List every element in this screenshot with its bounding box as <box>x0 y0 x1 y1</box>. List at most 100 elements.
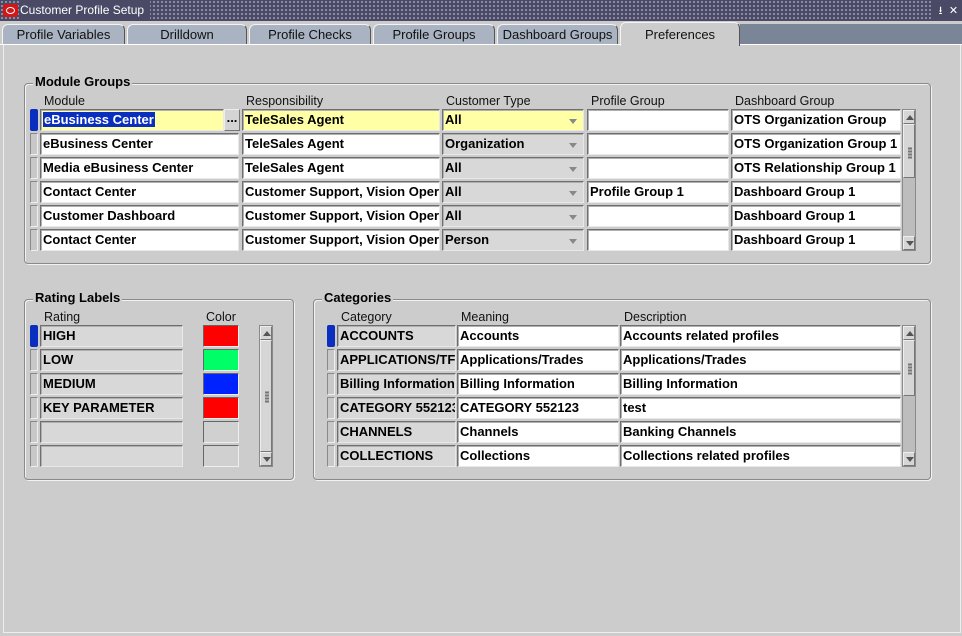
record-indicator[interactable] <box>30 349 38 371</box>
scroll-down-icon[interactable] <box>903 236 915 250</box>
module-groups-scrollbar[interactable] <box>902 109 916 251</box>
profile-group-field[interactable] <box>587 205 729 227</box>
categories-scrollbar[interactable] <box>902 325 916 467</box>
customer-type-select[interactable]: All <box>442 205 584 227</box>
responsibility-field[interactable]: TeleSales Agent <box>242 133 440 155</box>
responsibility-field[interactable]: Customer Support, Vision Oper <box>242 205 440 227</box>
scroll-down-icon[interactable] <box>903 452 915 466</box>
description-field[interactable]: Accounts related profiles <box>620 325 901 347</box>
category-field[interactable]: ACCOUNTS <box>337 325 456 347</box>
color-swatch[interactable] <box>203 325 239 347</box>
record-indicator[interactable] <box>30 229 38 251</box>
record-indicator[interactable] <box>30 397 38 419</box>
color-swatch[interactable] <box>203 397 239 419</box>
profile-group-field[interactable] <box>587 157 729 179</box>
customer-type-select[interactable]: All <box>442 181 584 203</box>
profile-group-field[interactable] <box>587 109 729 131</box>
description-field[interactable]: Applications/Trades <box>620 349 901 371</box>
category-field[interactable]: CATEGORY 552123 <box>337 397 456 419</box>
category-field[interactable]: CHANNELS <box>337 421 456 443</box>
rating-field[interactable]: HIGH <box>40 325 183 347</box>
profile-group-field[interactable]: Profile Group 1 <box>587 181 729 203</box>
tab-profile-variables[interactable]: Profile Variables <box>2 24 125 44</box>
minimize-icon[interactable]: ⭳ <box>935 4 946 18</box>
scroll-up-icon[interactable] <box>903 326 915 340</box>
description-field[interactable]: test <box>620 397 901 419</box>
description-field[interactable]: Banking Channels <box>620 421 901 443</box>
record-indicator[interactable] <box>30 157 38 179</box>
record-indicator[interactable] <box>30 205 38 227</box>
customer-type-select[interactable]: All <box>442 109 584 131</box>
responsibility-field[interactable]: TeleSales Agent <box>242 109 440 131</box>
dashboard-group-field[interactable]: Dashboard Group 1 <box>731 229 901 251</box>
scroll-up-icon[interactable] <box>903 110 915 124</box>
rating-labels-scrollbar[interactable] <box>259 325 273 467</box>
tab-preferences[interactable]: Preferences <box>620 22 740 46</box>
rating-field[interactable]: LOW <box>40 349 183 371</box>
module-field[interactable]: Contact Center <box>40 181 239 203</box>
rating-field[interactable] <box>40 445 183 467</box>
module-field[interactable]: Media eBusiness Center <box>40 157 239 179</box>
rating-field[interactable]: MEDIUM <box>40 373 183 395</box>
dashboard-group-field[interactable]: Dashboard Group 1 <box>731 205 901 227</box>
record-indicator[interactable] <box>327 421 335 443</box>
rating-field[interactable]: KEY PARAMETER <box>40 397 183 419</box>
tab-profile-checks[interactable]: Profile Checks <box>249 24 371 44</box>
meaning-field[interactable]: Accounts <box>457 325 619 347</box>
rating-field[interactable] <box>40 421 183 443</box>
dashboard-group-field[interactable]: OTS Organization Group <box>731 109 901 131</box>
customer-type-select[interactable]: All <box>442 157 584 179</box>
close-icon[interactable]: ✕ <box>948 4 959 18</box>
responsibility-field[interactable]: Customer Support, Vision Oper <box>242 181 440 203</box>
color-swatch[interactable] <box>203 445 239 467</box>
record-indicator[interactable] <box>30 421 38 443</box>
record-indicator[interactable] <box>327 349 335 371</box>
dashboard-group-field[interactable]: OTS Organization Group 1 <box>731 133 901 155</box>
customer-type-select[interactable]: Person <box>442 229 584 251</box>
profile-group-field[interactable] <box>587 229 729 251</box>
record-indicator[interactable] <box>327 445 335 467</box>
tab-drilldown[interactable]: Drilldown <box>127 24 247 44</box>
category-field[interactable]: COLLECTIONS <box>337 445 456 467</box>
meaning-field[interactable]: CATEGORY 552123 <box>457 397 619 419</box>
meaning-field[interactable]: Channels <box>457 421 619 443</box>
color-swatch[interactable] <box>203 349 239 371</box>
scroll-thumb[interactable] <box>260 340 272 452</box>
responsibility-field[interactable]: TeleSales Agent <box>242 157 440 179</box>
module-field[interactable]: eBusiness Center <box>40 109 224 131</box>
meaning-field[interactable]: Collections <box>457 445 619 467</box>
customer-type-select[interactable]: Organization <box>442 133 584 155</box>
profile-group-field[interactable] <box>587 133 729 155</box>
description-field[interactable]: Billing Information <box>620 373 901 395</box>
dashboard-group-field[interactable]: OTS Relationship Group 1 <box>731 157 901 179</box>
dashboard-group-field[interactable]: Dashboard Group 1 <box>731 181 901 203</box>
category-field[interactable]: Billing Information <box>337 373 456 395</box>
color-swatch[interactable] <box>203 373 239 395</box>
color-swatch[interactable] <box>203 421 239 443</box>
description-field[interactable]: Collections related profiles <box>620 445 901 467</box>
record-indicator[interactable] <box>30 181 38 203</box>
meaning-field[interactable]: Billing Information <box>457 373 619 395</box>
scroll-thumb[interactable] <box>903 340 915 396</box>
module-field[interactable]: Contact Center <box>40 229 239 251</box>
scroll-thumb[interactable] <box>903 124 915 178</box>
record-indicator[interactable] <box>30 445 38 467</box>
record-indicator[interactable] <box>30 325 38 347</box>
tab-dashboard-groups[interactable]: Dashboard Groups <box>497 24 618 44</box>
record-indicator[interactable] <box>30 133 38 155</box>
record-indicator[interactable] <box>327 373 335 395</box>
window-titlebar: Customer Profile Setup ⭳ ✕ <box>0 0 962 21</box>
meaning-field[interactable]: Applications/Trades <box>457 349 619 371</box>
responsibility-field[interactable]: Customer Support, Vision Oper <box>242 229 440 251</box>
module-lov-button[interactable]: ... <box>224 109 240 131</box>
record-indicator[interactable] <box>327 325 335 347</box>
scroll-down-icon[interactable] <box>260 452 272 466</box>
module-field[interactable]: Customer Dashboard <box>40 205 239 227</box>
record-indicator[interactable] <box>30 109 38 131</box>
record-indicator[interactable] <box>30 373 38 395</box>
record-indicator[interactable] <box>327 397 335 419</box>
scroll-up-icon[interactable] <box>260 326 272 340</box>
module-field[interactable]: eBusiness Center <box>40 133 239 155</box>
category-field[interactable]: APPLICATIONS/TF <box>337 349 456 371</box>
tab-profile-groups[interactable]: Profile Groups <box>373 24 495 44</box>
